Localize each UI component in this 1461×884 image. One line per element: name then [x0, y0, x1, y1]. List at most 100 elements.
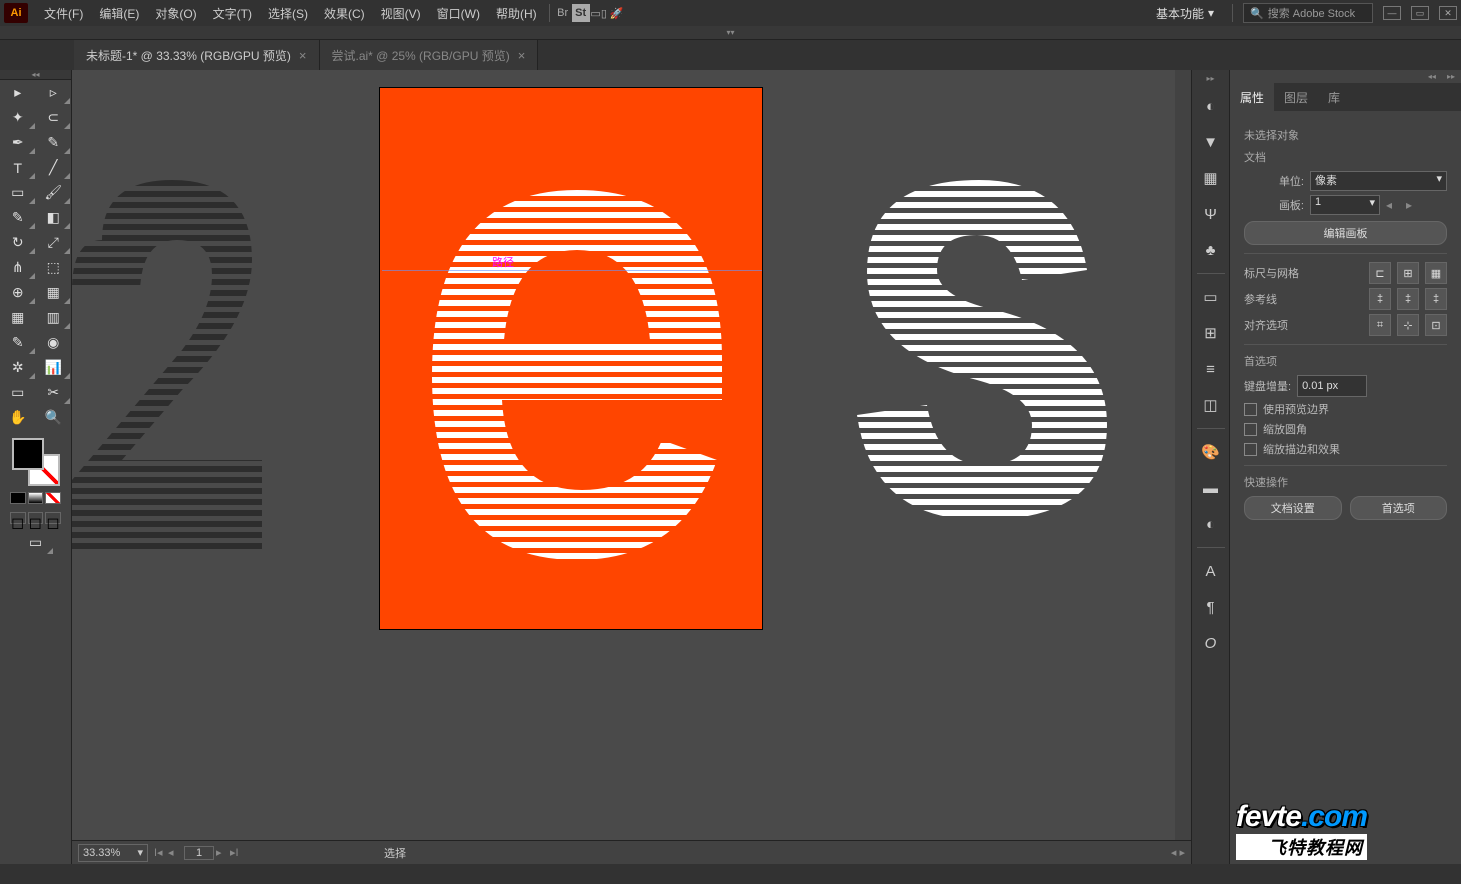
stroke-icon[interactable]: ▭ — [1196, 284, 1226, 310]
vertical-scrollbar[interactable] — [1175, 70, 1191, 864]
search-input[interactable]: 🔍搜索 Adobe Stock — [1243, 3, 1373, 23]
paragraph-icon[interactable]: ¶ — [1196, 594, 1226, 620]
pen-tool[interactable]: ✒ — [0, 130, 36, 155]
pathfinder-icon[interactable]: ◫ — [1196, 392, 1226, 418]
minimize-button[interactable]: — — [1383, 6, 1401, 20]
brushes-icon[interactable]: Ψ — [1196, 201, 1226, 227]
appearance-icon[interactable]: 🎨 — [1196, 439, 1226, 465]
symbol-sprayer-tool[interactable]: ✲ — [0, 355, 36, 380]
arrange-icon[interactable]: ▭▯ — [590, 4, 608, 22]
shaper-tool[interactable]: ✎ — [0, 205, 36, 230]
color-guide-icon[interactable]: ▼ — [1196, 129, 1226, 155]
line-tool[interactable]: ╱ — [36, 155, 72, 180]
align-more-icon[interactable]: ⊡ — [1425, 314, 1447, 336]
fill-color[interactable] — [12, 438, 44, 470]
doc-tab-2[interactable]: 尝试.ai* @ 25% (RGB/GPU 预览)× — [320, 40, 539, 70]
key-increment-input[interactable] — [1297, 375, 1367, 397]
transform-icon[interactable]: ≡ — [1196, 356, 1226, 382]
tab-layers[interactable]: 图层 — [1274, 83, 1318, 111]
symbols-icon[interactable]: ♣ — [1196, 237, 1226, 263]
artboard-number[interactable]: 1 — [184, 846, 214, 860]
next-artboard[interactable]: ▸ — [216, 846, 230, 860]
first-artboard[interactable]: I◂ — [154, 846, 168, 860]
artboard-dropdown[interactable]: 1▾ — [1310, 195, 1380, 215]
tab-libraries[interactable]: 库 — [1318, 83, 1350, 111]
type-tool[interactable]: T — [0, 155, 36, 180]
close-icon[interactable]: × — [518, 48, 526, 63]
artboard-next[interactable]: ▸ — [1406, 198, 1420, 212]
menu-object[interactable]: 对象(O) — [147, 1, 204, 26]
scale-tool[interactable]: ⤢ — [36, 230, 72, 255]
gradient-mode[interactable] — [28, 492, 44, 504]
artboard-prev[interactable]: ◂ — [1386, 198, 1400, 212]
magic-wand-tool[interactable]: ✦ — [0, 105, 36, 130]
align-icon[interactable]: ⊞ — [1196, 320, 1226, 346]
free-transform-tool[interactable]: ⬚ — [36, 255, 72, 280]
stock-icon[interactable]: St — [572, 4, 590, 22]
curvature-tool[interactable]: ✎ — [36, 130, 72, 155]
color-panel-icon[interactable]: ◐ — [1196, 93, 1226, 119]
menu-file[interactable]: 文件(F) — [36, 1, 91, 26]
brush-tool[interactable]: 🖌 — [36, 180, 72, 205]
guide-snap-icon[interactable]: ‡ — [1425, 288, 1447, 310]
screen-mode[interactable]: ▭ — [18, 530, 54, 555]
draw-normal[interactable]: ◻ — [10, 512, 26, 524]
snap-point-icon[interactable]: ⊹ — [1397, 314, 1419, 336]
prev-artboard[interactable]: ◂ — [168, 846, 182, 860]
tab-properties[interactable]: 属性 — [1230, 83, 1274, 111]
perspective-tool[interactable]: ▦ — [36, 280, 72, 305]
swatches-icon[interactable]: ▦ — [1196, 165, 1226, 191]
draw-behind[interactable]: ◻ — [28, 512, 44, 524]
menu-edit[interactable]: 编辑(E) — [91, 1, 147, 26]
transparency-grid-icon[interactable]: ▦ — [1425, 262, 1447, 284]
shape-builder-tool[interactable]: ⊕ — [0, 280, 36, 305]
edit-artboard-button[interactable]: 编辑画板 — [1244, 221, 1447, 245]
ruler-icon[interactable]: ⊏ — [1369, 262, 1391, 284]
slice-tool[interactable]: ✂ — [36, 380, 72, 405]
last-artboard[interactable]: ▸I — [230, 846, 244, 860]
menu-window[interactable]: 窗口(W) — [429, 1, 488, 26]
maximize-button[interactable]: ▭ — [1411, 6, 1429, 20]
fill-stroke-swatch[interactable] — [12, 438, 60, 486]
opentype-icon[interactable]: O — [1196, 630, 1226, 656]
guide-toggle-icon[interactable]: ‡ — [1369, 288, 1391, 310]
color-mode[interactable] — [10, 492, 26, 504]
eraser-tool[interactable]: ◧ — [36, 205, 72, 230]
zoom-dropdown[interactable]: 33.33%▾ — [78, 844, 148, 862]
none-mode[interactable] — [45, 492, 61, 504]
transparency-icon[interactable]: ◐ — [1196, 511, 1226, 537]
zoom-tool[interactable]: 🔍 — [36, 405, 72, 430]
artboard-tool[interactable]: ▭ — [0, 380, 36, 405]
scale-strokes-checkbox[interactable] — [1244, 443, 1257, 456]
doc-tab-1[interactable]: 未标题-1* @ 33.33% (RGB/GPU 预览)× — [74, 40, 320, 70]
menu-help[interactable]: 帮助(H) — [488, 1, 545, 26]
draw-inside[interactable]: ◻ — [45, 512, 61, 524]
rotate-tool[interactable]: ↻ — [0, 230, 36, 255]
scale-corners-checkbox[interactable] — [1244, 423, 1257, 436]
mesh-tool[interactable]: ▦ — [0, 305, 36, 330]
grid-icon[interactable]: ⊞ — [1397, 262, 1419, 284]
menu-select[interactable]: 选择(S) — [260, 1, 316, 26]
lasso-tool[interactable]: ⊂ — [36, 105, 72, 130]
menu-view[interactable]: 视图(V) — [373, 1, 429, 26]
gradient-tool[interactable]: ▥ — [36, 305, 72, 330]
snap-pixel-icon[interactable]: ⌗ — [1369, 314, 1391, 336]
eyedropper-tool[interactable]: ✎ — [0, 330, 36, 355]
preview-bounds-checkbox[interactable] — [1244, 403, 1257, 416]
canvas[interactable]: 路径 — [72, 70, 1175, 864]
menu-effect[interactable]: 效果(C) — [316, 1, 373, 26]
width-tool[interactable]: ⋔ — [0, 255, 36, 280]
blend-tool[interactable]: ◉ — [36, 330, 72, 355]
close-button[interactable]: ✕ — [1439, 6, 1457, 20]
doc-setup-button[interactable]: 文档设置 — [1244, 496, 1342, 520]
preferences-button[interactable]: 首选项 — [1350, 496, 1448, 520]
workspace-dropdown[interactable]: 基本功能▾ — [1148, 3, 1222, 24]
guide-lock-icon[interactable]: ‡ — [1397, 288, 1419, 310]
close-icon[interactable]: × — [299, 48, 307, 63]
selection-tool[interactable]: ▸ — [0, 80, 36, 105]
bridge-icon[interactable]: Br — [554, 4, 572, 22]
graphic-styles-icon[interactable]: ▬ — [1196, 475, 1226, 501]
character-icon[interactable]: A — [1196, 558, 1226, 584]
graph-tool[interactable]: 📊 — [36, 355, 72, 380]
rectangle-tool[interactable]: ▭ — [0, 180, 36, 205]
